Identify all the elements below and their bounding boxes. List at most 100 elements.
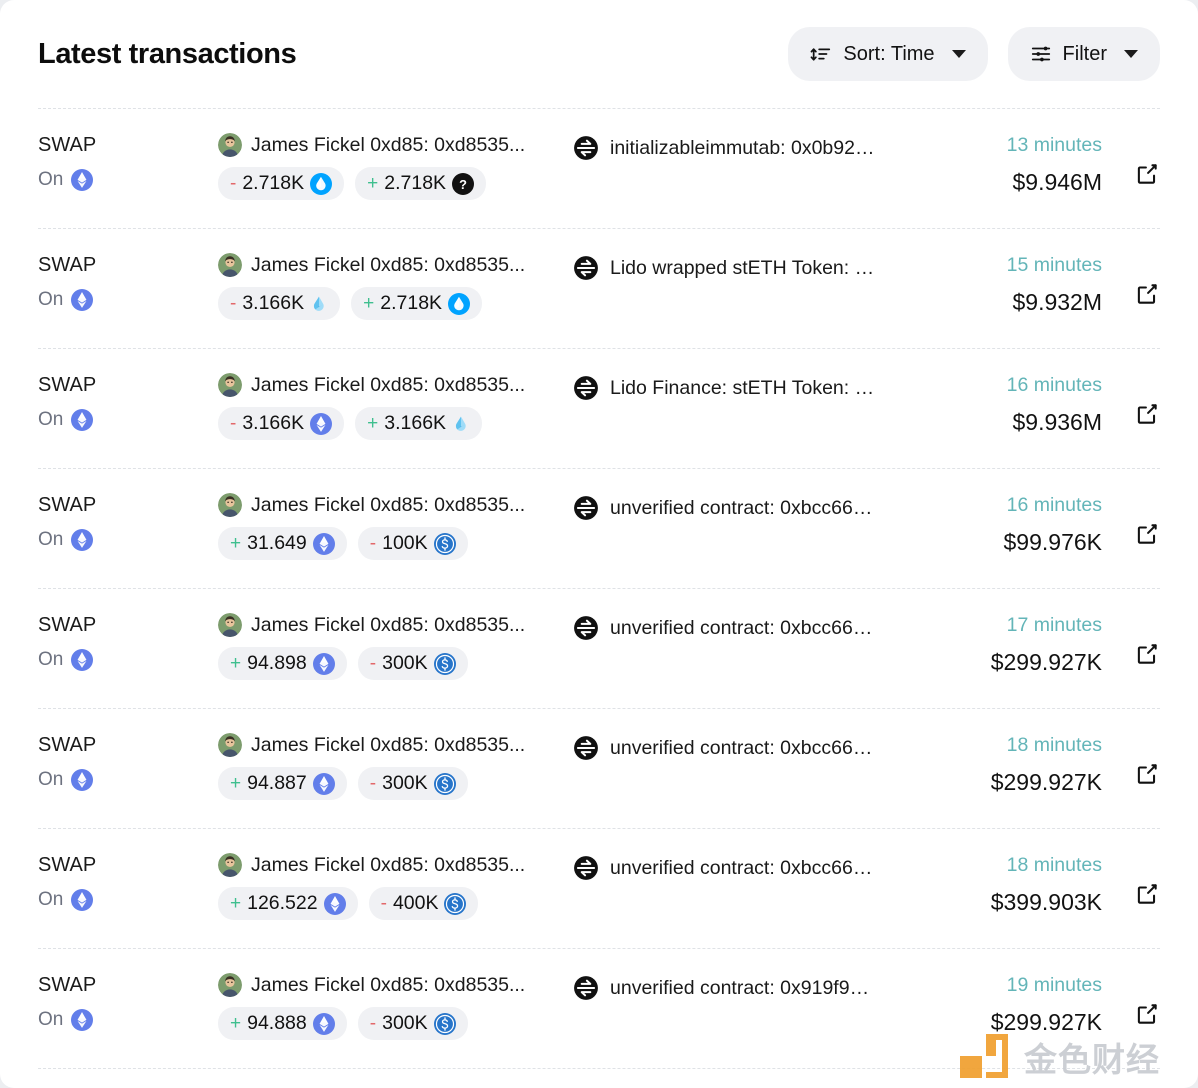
interacted-contract-cell[interactable]: unverified contract: 0xbcc66fc74... <box>573 493 876 521</box>
external-link-icon[interactable] <box>1134 761 1160 787</box>
contract-label: Lido Finance: stETH Token: 0xae... <box>610 376 876 399</box>
amount-pill[interactable]: -100K <box>357 527 468 560</box>
amount-value: 2.718K <box>380 292 443 314</box>
watermark-text: 金色财经 <box>1024 1040 1160 1079</box>
external-link-icon[interactable] <box>1134 521 1160 547</box>
meta-cell: 16 minutes $99.976K <box>876 493 1116 555</box>
ethereum-chain-icon <box>71 409 94 431</box>
page-title: Latest transactions <box>38 37 297 70</box>
from-address-label: James Fickel 0xd85: 0xd8535... <box>251 493 526 516</box>
amount-pill[interactable]: +3.166K <box>355 407 483 440</box>
external-link-icon[interactable] <box>1134 881 1160 907</box>
avatar <box>218 373 242 397</box>
transaction-type: SWAP <box>38 494 97 516</box>
amount-pill[interactable]: +2.718K <box>351 287 483 320</box>
card-header: Latest transactions Sort: Time Filter <box>38 0 1160 108</box>
interacted-contract-cell[interactable]: unverified contract: 0xbcc66fc74... <box>573 853 876 881</box>
open-link-cell[interactable] <box>1116 493 1160 547</box>
amount-pill[interactable]: +94.887 <box>218 767 347 800</box>
external-link-icon[interactable] <box>1134 161 1160 187</box>
table-row[interactable]: SWAP On James Fickel 0xd85: 0xd8535... +94.… <box>38 589 1160 709</box>
sort-button[interactable]: Sort: Time <box>788 27 988 81</box>
eth-icon <box>312 532 335 555</box>
amounts-group: +94.888 -300K <box>218 1007 573 1040</box>
table-row[interactable]: SWAP On James Fickel 0xd85: 0xd8535... +94.… <box>38 709 1160 829</box>
amounts-group: +94.898 -300K <box>218 647 573 680</box>
amount-pill[interactable]: +2.718K? <box>355 167 487 200</box>
table-row[interactable]: SWAP On James Fickel 0xd85: 0xd8535... -2.7… <box>38 109 1160 229</box>
meta-cell: 18 minutes $399.903K <box>876 853 1116 915</box>
amount-value: 3.166K <box>242 292 305 314</box>
table-row[interactable]: SWAP On James Fickel 0xd85: 0xd8535... -3.1… <box>38 349 1160 469</box>
from-line[interactable]: James Fickel 0xd85: 0xd8535... <box>218 133 573 157</box>
table-row[interactable]: SWAP On James Fickel 0xd85: 0xd8535... +31.… <box>38 469 1160 589</box>
from-address-label: James Fickel 0xd85: 0xd8535... <box>251 613 526 636</box>
amount-sign: + <box>230 652 242 674</box>
from-line[interactable]: James Fickel 0xd85: 0xd8535... <box>218 733 573 757</box>
transaction-type: SWAP <box>38 374 97 396</box>
amount-pill[interactable]: -2.718K <box>218 167 345 200</box>
amount-pill[interactable]: -300K <box>357 647 468 680</box>
filter-button[interactable]: Filter <box>1007 27 1160 81</box>
external-link-icon[interactable] <box>1134 281 1160 307</box>
contract-swap-icon <box>573 735 599 761</box>
interacted-contract-cell[interactable]: unverified contract: 0x919f9173e... <box>573 973 876 1001</box>
timestamp-label: 16 minutes <box>1006 494 1102 516</box>
from-line[interactable]: James Fickel 0xd85: 0xd8535... <box>218 973 573 997</box>
chain-line: On <box>38 889 218 911</box>
watermark-logo-icon <box>960 1034 1008 1078</box>
contract-swap-icon <box>573 135 599 161</box>
from-line[interactable]: James Fickel 0xd85: 0xd8535... <box>218 373 573 397</box>
amount-pill[interactable]: -3.166K <box>218 407 345 440</box>
unknown-token-icon: ? <box>452 172 475 195</box>
external-link-icon[interactable] <box>1134 641 1160 667</box>
amount-sign: + <box>363 292 375 314</box>
chain-line: On <box>38 409 218 431</box>
open-link-cell[interactable] <box>1116 613 1160 667</box>
from-address-label: James Fickel 0xd85: 0xd8535... <box>251 853 526 876</box>
interacted-contract-cell[interactable]: unverified contract: 0xbcc66fc74... <box>573 613 876 641</box>
amount-pill[interactable]: +126.522 <box>218 887 358 920</box>
open-link-cell[interactable] <box>1116 853 1160 907</box>
external-link-icon[interactable] <box>1134 1001 1160 1027</box>
amount-pill[interactable]: -400K <box>368 887 479 920</box>
from-cell: James Fickel 0xd85: 0xd8535... +31.649 -10… <box>218 493 573 560</box>
chain-prefix-label: On <box>38 1009 64 1030</box>
open-link-cell[interactable] <box>1116 253 1160 307</box>
amounts-group: +126.522 -400K <box>218 887 573 920</box>
contract-swap-icon <box>573 255 599 281</box>
amount-sign: - <box>369 532 377 554</box>
usd-value-label: $299.927K <box>990 649 1102 675</box>
from-line[interactable]: James Fickel 0xd85: 0xd8535... <box>218 253 573 277</box>
from-line[interactable]: James Fickel 0xd85: 0xd8535... <box>218 853 573 877</box>
transaction-list: SWAP On James Fickel 0xd85: 0xd8535... -2.7… <box>38 108 1160 1069</box>
steth-icon <box>310 295 328 313</box>
table-row[interactable]: SWAP On James Fickel 0xd85: 0xd8535... -3.1… <box>38 229 1160 349</box>
external-link-icon[interactable] <box>1134 401 1160 427</box>
ethereum-chain-icon <box>71 529 94 551</box>
open-link-cell[interactable] <box>1116 133 1160 187</box>
open-link-cell[interactable] <box>1116 733 1160 787</box>
from-line[interactable]: James Fickel 0xd85: 0xd8535... <box>218 493 573 517</box>
open-link-cell[interactable] <box>1116 373 1160 427</box>
amount-pill[interactable]: -300K <box>357 1007 468 1040</box>
amount-pill[interactable]: +94.898 <box>218 647 347 680</box>
interacted-contract-cell[interactable]: unverified contract: 0xbcc66fc74... <box>573 733 876 761</box>
meta-cell: 13 minutes $9.946M <box>876 133 1116 195</box>
interacted-contract-cell[interactable]: Lido Finance: stETH Token: 0xae... <box>573 373 876 401</box>
interacted-contract-cell[interactable]: initializableimmutab: 0x0b925ed1... <box>573 133 876 161</box>
open-link-cell[interactable] <box>1116 973 1160 1027</box>
amount-value: 126.522 <box>247 892 318 914</box>
chain-prefix-label: On <box>38 529 64 550</box>
chain-prefix-label: On <box>38 169 64 190</box>
usd-value-label: $99.976K <box>1003 529 1102 555</box>
avatar <box>218 853 242 877</box>
table-row[interactable]: SWAP On James Fickel 0xd85: 0xd8535... +126… <box>38 829 1160 949</box>
contract-swap-icon <box>573 975 599 1001</box>
amount-pill[interactable]: +94.888 <box>218 1007 347 1040</box>
interacted-contract-cell[interactable]: Lido wrapped stETH Token: 0x7f... <box>573 253 876 281</box>
from-line[interactable]: James Fickel 0xd85: 0xd8535... <box>218 613 573 637</box>
amount-pill[interactable]: +31.649 <box>218 527 347 560</box>
amount-pill[interactable]: -3.166K <box>218 287 341 320</box>
amount-pill[interactable]: -300K <box>357 767 468 800</box>
